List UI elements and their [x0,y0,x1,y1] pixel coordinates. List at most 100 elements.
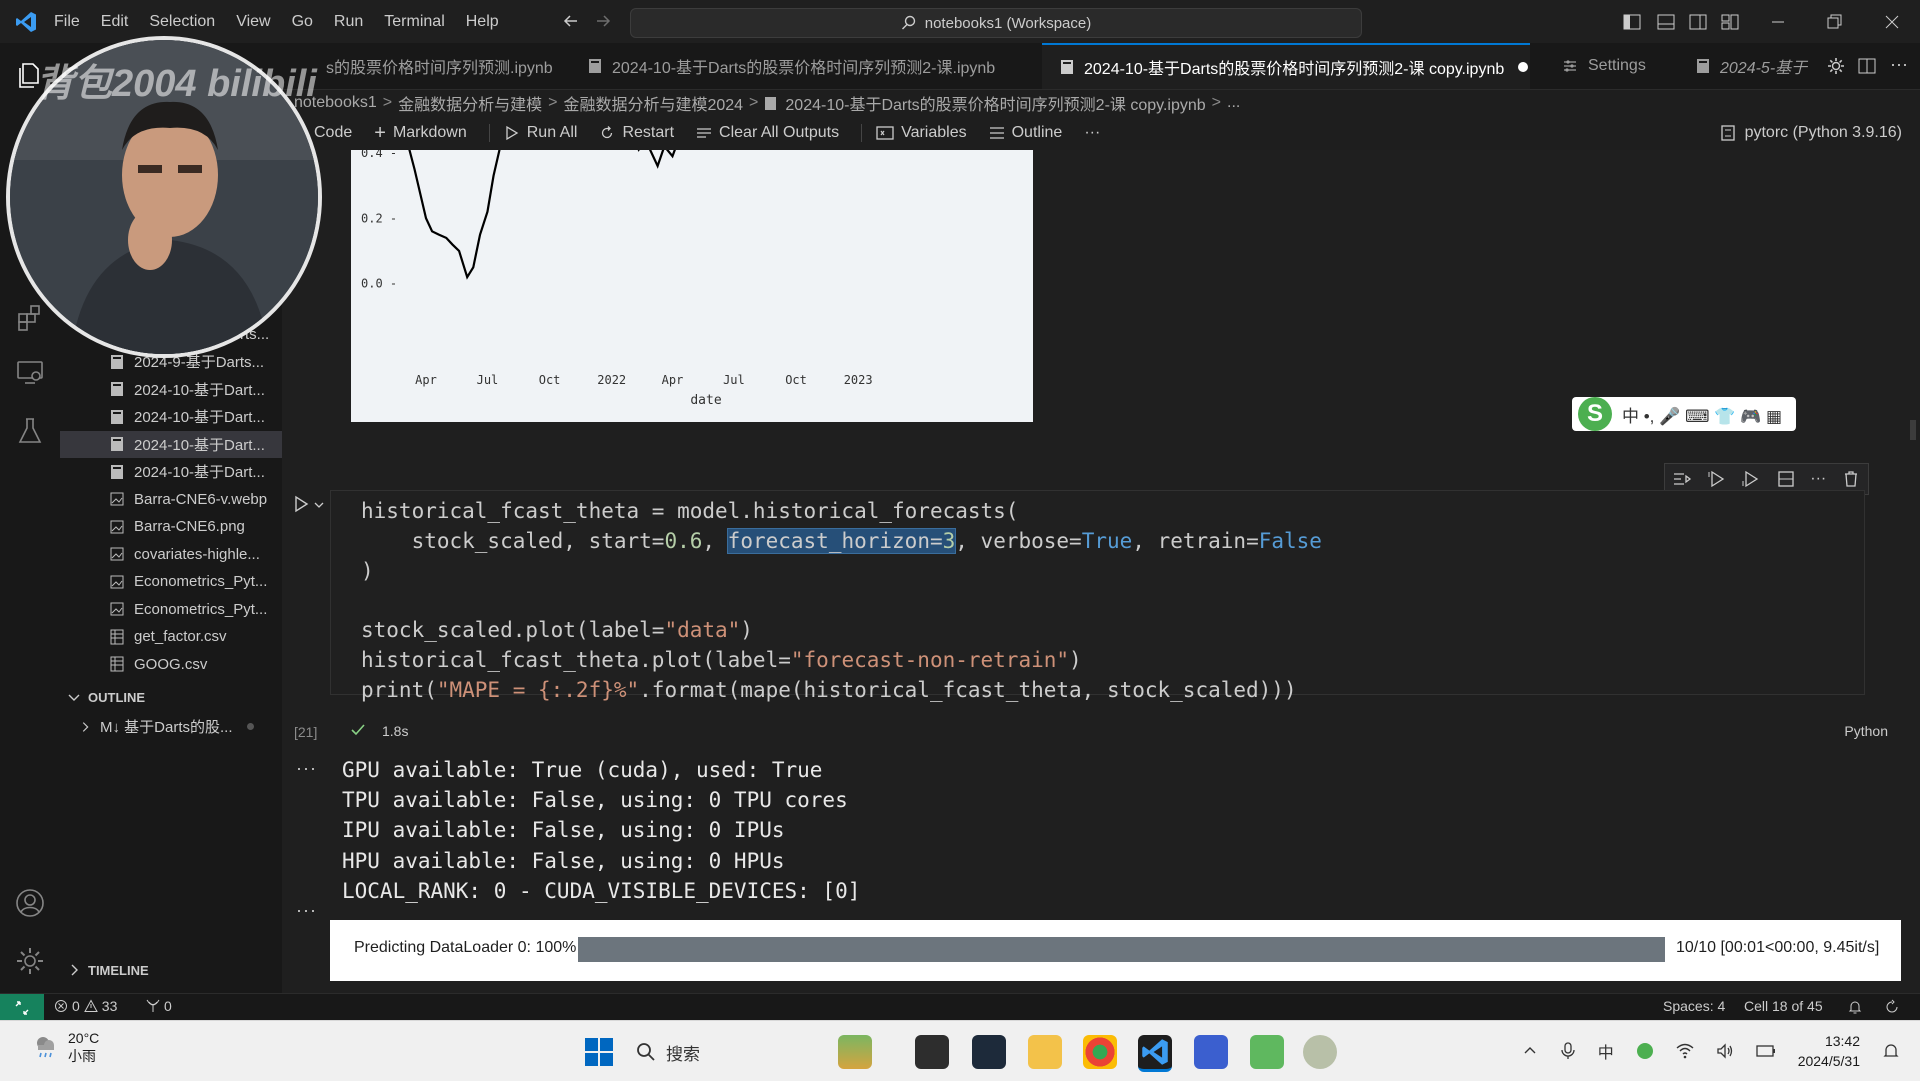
split-cell-icon[interactable] [1776,469,1796,489]
ports-indicator[interactable]: 0 [146,998,172,1014]
minimize-icon[interactable] [1768,12,1788,32]
file-item[interactable]: covariates-highle... [60,541,282,568]
variables-button[interactable]: Variables [876,124,967,142]
breadcrumb-item[interactable]: 2024-10-基于Darts的股票价格时间序列预测2-课 copy.ipynb [785,91,1205,115]
settings-gear-icon[interactable] [14,945,46,977]
clock[interactable]: 13:42 2024/5/31 [1798,1031,1860,1071]
tab-notebook-2[interactable]: 2024-10-基于Darts的股票价格时间序列预测2-课.ipynb [570,43,1050,89]
command-center[interactable]: notebooks1 (Workspace) [630,8,1362,38]
restart-button[interactable]: Restart [599,124,674,142]
file-item[interactable]: 2024-10-基于Dart... [60,376,282,403]
run-cell-icon[interactable] [292,495,310,513]
file-item[interactable]: Barra-CNE6-v.webp [60,486,282,513]
taskbar-app-vscode-icon[interactable] [1138,1035,1172,1072]
output-actions-icon[interactable]: ··· [296,758,317,779]
volume-icon[interactable] [1716,1043,1734,1059]
taskbar-search[interactable]: 搜索 [636,1035,796,1069]
tab-notebook-copy[interactable]: 2024-10-基于Darts的股票价格时间序列预测2-课 copy.ipynb [1042,43,1530,89]
taskbar-app-wechat-icon[interactable] [1303,1035,1337,1069]
remote-indicator[interactable] [0,994,44,1021]
gear-icon[interactable] [1826,56,1846,76]
file-item[interactable]: 2024-10-基于Dart... [60,458,282,485]
execute-below-icon[interactable] [1741,469,1761,489]
toggle-sidebar-icon[interactable] [1622,12,1642,32]
notifications-bell-icon[interactable] [1847,999,1863,1015]
more-icon[interactable]: ··· [1084,124,1100,142]
file-item[interactable]: 2024-10-基于Dart... [60,403,282,430]
remote-explorer-icon[interactable] [14,356,46,388]
menu-view[interactable]: View [236,13,270,31]
taskbar-app-monitor-icon[interactable] [972,1035,1006,1069]
delete-cell-icon[interactable] [1841,469,1861,489]
extensions-icon[interactable] [14,301,46,333]
customize-layout-icon[interactable] [1720,12,1740,32]
menu-file[interactable]: File [54,13,80,31]
restore-icon[interactable] [1824,12,1844,32]
outline-button[interactable]: Outline [989,124,1062,142]
file-item[interactable]: Econometrics_Pyt... [60,596,282,623]
menu-help[interactable]: Help [466,13,499,31]
tab-notebook-1[interactable]: s的股票价格时间序列预测.ipynb [312,43,572,89]
close-icon[interactable] [1882,12,1902,32]
problems-indicator[interactable]: 0 33 [54,998,117,1014]
toggle-secondary-sidebar-icon[interactable] [1688,12,1708,32]
tab-settings[interactable]: Settings [1548,43,1678,89]
testing-flask-icon[interactable] [14,415,46,447]
windows-start-icon[interactable] [584,1037,614,1067]
file-item[interactable]: get_factor.csv [60,623,282,650]
taskbar-app-chrome-icon[interactable] [1083,1035,1117,1069]
clear-all-outputs-button[interactable]: Clear All Outputs [696,124,839,142]
file-item[interactable]: 2024-10-基于Dart... [60,430,282,458]
taskbar-app-file-explorer-icon[interactable] [1028,1035,1062,1069]
cell-language[interactable]: Python [1844,723,1888,739]
file-item[interactable]: GOOG.csv [60,651,282,678]
unsaved-dot-icon[interactable] [1518,62,1529,72]
menu-run[interactable]: Run [334,13,363,31]
microphone-icon[interactable] [1560,1042,1576,1060]
execute-above-icon[interactable] [1707,469,1727,489]
accounts-sync-icon[interactable] [1884,999,1900,1015]
notification-center-icon[interactable] [1882,1042,1900,1060]
cell-position-indicator[interactable]: Cell 18 of 45 [1744,998,1823,1014]
run-all-button[interactable]: Run All [504,124,577,142]
chevron-down-icon[interactable] [313,499,325,511]
forward-arrow-icon[interactable] [594,12,612,30]
outline-section-header[interactable]: OUTLINE [60,685,282,709]
weather-widget[interactable]: 20°C 小雨 [30,1029,99,1065]
more-actions-icon[interactable]: ··· [1890,54,1908,75]
scrollbar[interactable] [1910,420,1916,440]
wifi-icon[interactable] [1676,1043,1694,1059]
sogou-tray-icon[interactable] [1636,1042,1654,1060]
timeline-section-header[interactable]: TIMELINE [60,958,282,982]
code-cell[interactable]: historical_fcast_theta = model.historica… [330,490,1865,702]
breadcrumb-item[interactable]: 金融数据分析与建模2024 [563,91,743,115]
indentation-indicator[interactable]: Spaces: 4 [1663,998,1725,1014]
taskbar-app-widget-icon[interactable] [838,1035,872,1069]
outline-item[interactable]: M↓ 基于Darts的股... [60,713,282,740]
taskbar-app-wps-icon[interactable] [1250,1035,1284,1069]
breadcrumb-item[interactable]: ... [1227,94,1240,112]
battery-icon[interactable] [1756,1044,1776,1058]
kernel-picker[interactable]: pytorc (Python 3.9.16) [1719,118,1902,148]
output-actions-icon[interactable]: ··· [296,900,317,921]
menu-selection[interactable]: Selection [149,13,215,31]
tab-notebook-2024-5[interactable]: 2024-5-基于 [1682,43,1812,89]
run-by-line-icon[interactable] [1672,469,1692,489]
ime-indicator[interactable]: 中 [1598,1039,1614,1063]
breadcrumb-item[interactable]: 金融数据分析与建模 [398,91,542,115]
taskbar-app-navigator-icon[interactable] [1194,1035,1228,1069]
ime-toolbar[interactable]: S 中 •, 🎤 ⌨ 👕 🎮 ▦ [1572,397,1796,431]
file-item[interactable]: Barra-CNE6.png [60,513,282,540]
toggle-panel-icon[interactable] [1656,12,1676,32]
back-arrow-icon[interactable] [562,12,580,30]
add-code-button[interactable]: Code [314,124,352,142]
menu-terminal[interactable]: Terminal [384,13,444,31]
add-markdown-button[interactable]: + Markdown [374,122,467,145]
split-editor-icon[interactable] [1857,56,1877,76]
menu-go[interactable]: Go [292,13,313,31]
chevron-up-icon[interactable] [1522,1043,1538,1059]
account-icon[interactable] [14,887,46,919]
taskbar-app-terminal-icon[interactable] [915,1035,949,1069]
menu-edit[interactable]: Edit [101,13,129,31]
more-actions-icon[interactable]: ··· [1810,470,1826,488]
